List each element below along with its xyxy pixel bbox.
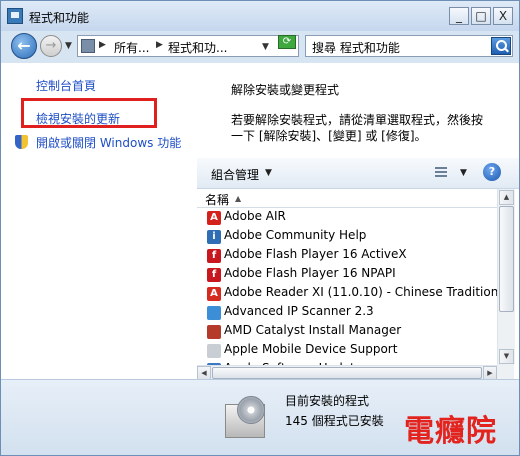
program-row[interactable]: f Adobe Flash Player 16 NPAPI [205,265,497,284]
program-row[interactable]: A Adobe AIR [205,208,497,227]
back-button[interactable]: ← [11,33,37,59]
program-row[interactable]: Apple Mobile Device Support [205,341,497,360]
control-panel-home-link[interactable]: 控制台首頁 [36,77,96,94]
horizontal-scroll-thumb[interactable] [212,367,482,379]
search-input[interactable]: 搜尋 程式和功能 [312,39,400,56]
page-title: 解除安裝或變更程式 [231,83,340,97]
window-title: 程式和功能 [29,11,90,25]
program-name: Adobe Reader XI (11.0.10) - Chinese Trad… [224,285,509,299]
scroll-corner [497,365,514,379]
views-icon[interactable] [435,167,447,177]
program-name: Apple Mobile Device Support [224,342,398,356]
task-pane: 控制台首頁 檢視安裝的更新 開啟或關閉 Windows 功能 [1,63,197,379]
command-bar: 組合管理 ▼ ▼ ? [197,158,519,189]
ip-scanner-icon [207,306,221,320]
address-bar[interactable]: ▶ 所有... ▶ 程式和功... ▼ [77,35,299,57]
close-button[interactable]: X [493,7,513,25]
chevron-right-icon[interactable]: ▶ [99,40,106,50]
program-row[interactable]: AMD Catalyst Install Manager [205,322,497,341]
program-list: 名稱 ▲ A Adobe AIR i Adobe Community Help f Ado… [197,189,519,380]
search-icon[interactable] [491,37,511,55]
organize-chevron-down-icon[interactable]: ▼ [265,168,272,178]
recent-pages-chevron-down-icon[interactable]: ▼ [65,41,72,51]
adobe-help-icon: i [207,230,221,244]
minimize-button[interactable]: _ [449,7,469,25]
views-chevron-down-icon[interactable]: ▼ [460,168,467,178]
vertical-scrollbar[interactable]: ▲ ▼ [497,189,515,365]
sort-ascending-icon: ▲ [235,194,242,203]
title-bar[interactable]: 程式和功能 _ □ X [1,1,519,31]
help-button[interactable]: ? [483,163,501,181]
refresh-button[interactable]: ⟳ [278,35,296,49]
amd-icon [207,325,221,339]
uac-shield-icon [15,135,28,149]
installed-programs-title: 目前安裝的程式 [285,394,370,408]
address-chevron-down-icon[interactable]: ▼ [262,42,269,52]
maximize-button[interactable]: □ [471,7,491,25]
main-pane: 解除安裝或變更程式 若要解除安裝程式，請從清單選取程式，然後按 一下 [解除安裝… [197,63,519,380]
installed-programs-count: 145 個程式已安裝 [285,414,384,428]
flash-icon: f [207,249,221,263]
program-row[interactable]: i Adobe Community Help [205,227,497,246]
program-row[interactable]: A Adobe Reader XI (11.0.10) - Chinese Tra… [205,284,509,303]
program-name: Adobe AIR [224,209,286,223]
program-name: Adobe Flash Player 16 NPAPI [224,266,396,280]
chevron-right-icon[interactable]: ▶ [156,40,163,50]
column-header-label: 名稱 [205,193,230,207]
scroll-down-icon[interactable]: ▼ [499,349,514,364]
adobe-air-icon: A [207,211,221,225]
breadcrumb-programs[interactable]: 程式和功... [168,39,227,56]
horizontal-scrollbar[interactable]: ◀ ▶ [197,365,497,380]
highlight-box [21,98,157,128]
program-name: Adobe Community Help [224,228,367,242]
breadcrumb-all-items[interactable]: 所有... [114,39,149,56]
scroll-left-icon[interactable]: ◀ [197,366,211,380]
forward-button[interactable]: → [40,35,62,57]
instructions-line-1: 若要解除安裝程式，請從清單選取程式，然後按 [231,113,484,127]
navigation-bar: ← → ▼ ▶ 所有... ▶ 程式和功... ▼ ⟳ 搜尋 程式和功能 [1,31,519,61]
installed-programs-icon [223,394,273,442]
program-row[interactable]: Advanced IP Scanner 2.3 [205,303,497,322]
program-row[interactable]: f Adobe Flash Player 16 ActiveX [205,246,497,265]
vertical-scroll-thumb[interactable] [499,206,514,312]
acrobat-icon: A [207,287,221,301]
flash-icon: f [207,268,221,282]
program-name: Advanced IP Scanner 2.3 [224,304,374,318]
organize-button[interactable]: 組合管理 [211,166,259,183]
watermark-logo: 電癮院 [404,414,497,449]
scroll-right-icon[interactable]: ▶ [483,366,497,380]
program-name: AMD Catalyst Install Manager [224,323,402,337]
control-panel-icon [7,8,23,24]
content-area: 控制台首頁 檢視安裝的更新 開啟或關閉 Windows 功能 解除安裝或變更程式… [1,63,519,380]
instructions-line-2: 一下 [解除安裝]、[變更] 或 [修復]。 [231,129,427,143]
program-features-window: 程式和功能 _ □ X ← → ▼ ▶ 所有... ▶ 程式和功... ▼ ⟳ … [0,0,520,456]
control-panel-icon [81,39,95,53]
search-box[interactable]: 搜尋 程式和功能 [305,35,513,57]
column-header-name[interactable]: 名稱 ▲ [197,189,497,208]
disc-icon [237,396,265,424]
program-name: Adobe Flash Player 16 ActiveX [224,247,407,261]
scroll-up-icon[interactable]: ▲ [499,190,514,205]
windows-features-link[interactable]: 開啟或關閉 Windows 功能 [36,134,181,151]
apple-device-icon [207,344,221,358]
